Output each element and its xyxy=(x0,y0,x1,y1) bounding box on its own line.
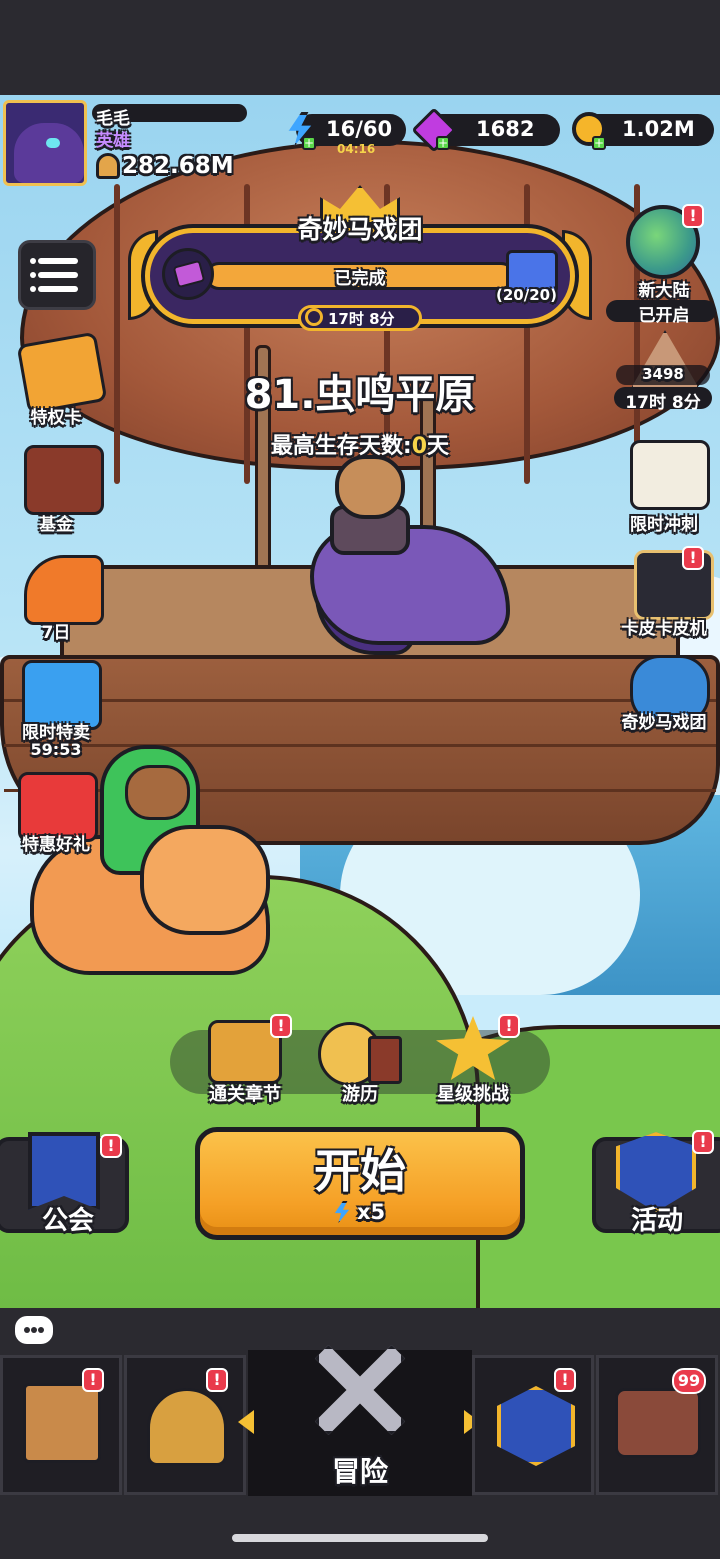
skin-machine-badge: ! xyxy=(682,546,704,570)
ticket-icon xyxy=(162,248,214,300)
star-challenge-label: 星级挑战 xyxy=(437,1084,509,1105)
guild-badge: ! xyxy=(100,1134,122,1158)
new-land-label: 新大陆 xyxy=(638,281,690,301)
star-badge: ! xyxy=(498,1014,520,1038)
event-progress: (20/20) xyxy=(496,286,557,304)
combat-power: 282.68M xyxy=(96,150,234,182)
tiger-head xyxy=(140,825,270,935)
equipment-badge: ! xyxy=(206,1368,228,1392)
privilege-card-icon[interactable] xyxy=(16,331,108,415)
upgrade-badge: ! xyxy=(554,1368,576,1392)
add-gold-icon[interactable]: + xyxy=(592,136,606,150)
seven-day-icon[interactable] xyxy=(24,555,104,625)
upgrade-arrow-icon xyxy=(497,1386,575,1466)
stage-title: 81.虫鸣平原 xyxy=(244,372,476,418)
player-avatar[interactable] xyxy=(3,100,87,186)
chest-icon xyxy=(615,1388,701,1458)
chapter-badge: ! xyxy=(270,1014,292,1038)
adventure-label: 冒险 xyxy=(331,1455,388,1488)
home-indicator[interactable] xyxy=(232,1534,488,1542)
stage-survival: 最高生存天数:0天 xyxy=(270,434,450,459)
helmet-icon xyxy=(147,1388,227,1466)
event-timer: 17时 8分 xyxy=(328,310,395,328)
start-label: 开始 xyxy=(314,1144,406,1198)
pyramid-count: 3498 xyxy=(642,365,684,383)
energy-bolt-icon xyxy=(334,1201,350,1223)
add-gem-icon[interactable]: + xyxy=(436,136,450,150)
capybara-face xyxy=(125,765,190,820)
arrow-left-icon xyxy=(238,1410,254,1434)
bear-hero-head xyxy=(335,455,405,519)
event-status: 已完成 xyxy=(334,269,386,289)
top-bar xyxy=(0,0,720,100)
new-land-status: 已开启 xyxy=(638,306,690,326)
stopwatch-icon xyxy=(305,308,323,326)
menu-icon xyxy=(38,258,78,264)
pyramid-timer: 17时 8分 xyxy=(625,393,701,413)
gem-value: 1682 xyxy=(476,117,535,141)
dragon-avatar-icon xyxy=(14,123,84,183)
chat-icon[interactable] xyxy=(15,1316,53,1344)
activity-badge: ! xyxy=(692,1130,714,1154)
chapter-label: 通关章节 xyxy=(209,1084,281,1105)
chest-count-badge: 99 xyxy=(672,1368,706,1394)
circus-label: 奇妙马戏团 xyxy=(621,713,707,733)
energy-value: 16/60 xyxy=(326,117,393,141)
add-energy-icon[interactable]: + xyxy=(302,136,316,150)
seven-day-label: 7日 xyxy=(41,623,71,643)
event-title: 奇妙马戏团 xyxy=(297,215,423,244)
special-gift-label: 特惠好礼 xyxy=(22,835,90,855)
flash-sale-timer: 59:53 xyxy=(30,740,82,759)
shop-badge: ! xyxy=(82,1368,104,1392)
rush-label: 限时冲刺 xyxy=(630,515,698,535)
new-land-badge: ! xyxy=(682,204,704,228)
activity-label: 活动 xyxy=(630,1206,683,1236)
power-value: 282.68M xyxy=(122,153,234,179)
guild-label: 公会 xyxy=(41,1206,94,1236)
power-icon xyxy=(96,153,120,179)
map-book-icon xyxy=(368,1036,402,1084)
gold-value: 1.02M xyxy=(622,117,695,141)
fund-label: 基金 xyxy=(39,515,73,535)
calendar-icon[interactable] xyxy=(630,440,710,510)
survival-days: 0 xyxy=(411,434,428,459)
player-rank: 英雄 xyxy=(96,131,130,151)
travel-label: 游历 xyxy=(342,1084,378,1105)
skin-machine-label: 卡皮卡皮机 xyxy=(621,619,707,639)
shop-icon xyxy=(23,1383,101,1463)
fund-icon[interactable] xyxy=(24,445,104,515)
privilege-card-label: 特权卡 xyxy=(30,408,82,428)
energy-timer: 04:16 xyxy=(337,142,376,156)
start-cost: x5 xyxy=(333,1200,385,1224)
